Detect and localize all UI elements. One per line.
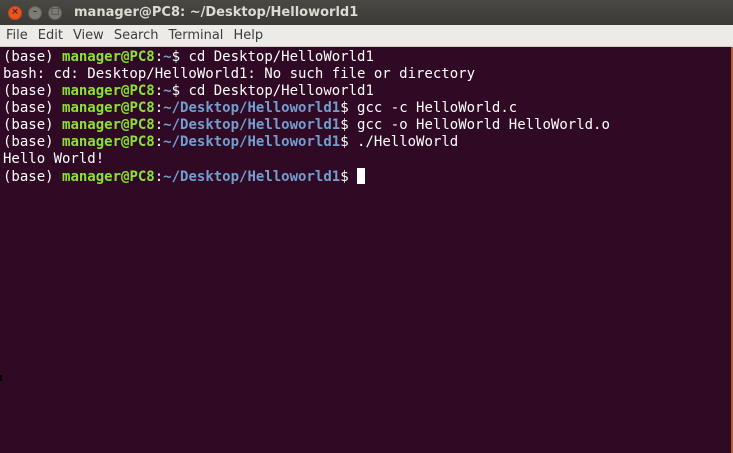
command-text: cd Desktop/HelloWorld1 (188, 49, 374, 65)
title-bar[interactable]: × – □ manager@PC8: ~/Desktop/Helloworld1 (0, 0, 733, 25)
prompt-path: ~ (163, 49, 172, 65)
output-text: bash: cd: Desktop/HelloWorld1: No such f… (3, 66, 476, 82)
edge-mark (0, 375, 2, 381)
menu-item-view[interactable]: View (69, 28, 108, 43)
prompt-line: (base) manager@PC8:~$ cd Desktop/Hellowo… (3, 83, 733, 100)
prompt-user-host: manager@PC8 (62, 49, 155, 65)
conda-env: (base) (3, 134, 63, 150)
output-line: Hello World! (3, 151, 733, 168)
text-cursor (357, 168, 366, 184)
prompt-symbol: $ (171, 83, 189, 99)
prompt-line: (base) manager@PC8:~/Desktop/Helloworld1… (3, 100, 733, 117)
prompt-line: (base) manager@PC8:~/Desktop/Helloworld1… (3, 168, 733, 185)
menu-item-terminal[interactable]: Terminal (164, 28, 227, 43)
prompt-path: ~/Desktop/Helloworld1 (163, 169, 341, 185)
menu-item-search[interactable]: Search (110, 28, 163, 43)
terminal-output[interactable]: (base) manager@PC8:~$ cd Desktop/HelloWo… (0, 47, 733, 453)
command-text: ./HelloWorld (357, 134, 459, 150)
prompt-line: (base) manager@PC8:~$ cd Desktop/HelloWo… (3, 49, 733, 66)
prompt-path: ~/Desktop/Helloworld1 (163, 100, 341, 116)
menu-bar: File Edit View Search Terminal Help (0, 25, 733, 47)
prompt-user-host: manager@PC8 (62, 117, 155, 133)
prompt-separator: : (154, 117, 164, 133)
terminal-window: × – □ manager@PC8: ~/Desktop/Helloworld1… (0, 0, 733, 453)
prompt-user-host: manager@PC8 (62, 83, 155, 99)
maximize-icon[interactable]: □ (48, 5, 62, 20)
output-text: Hello World! (3, 151, 105, 167)
prompt-path: ~ (163, 83, 172, 99)
prompt-separator: : (154, 83, 164, 99)
prompt-separator: : (154, 100, 164, 116)
prompt-symbol: $ (340, 169, 358, 185)
close-icon[interactable]: × (8, 5, 22, 20)
prompt-line: (base) manager@PC8:~/Desktop/Helloworld1… (3, 117, 733, 134)
menu-item-edit[interactable]: Edit (34, 28, 67, 43)
conda-env: (base) (3, 100, 63, 116)
conda-env: (base) (3, 49, 63, 65)
command-text: gcc -c HelloWorld.c (357, 100, 518, 116)
prompt-user-host: manager@PC8 (62, 134, 155, 150)
menu-item-file[interactable]: File (2, 28, 32, 43)
prompt-user-host: manager@PC8 (62, 100, 155, 116)
prompt-symbol: $ (340, 117, 358, 133)
minimize-icon[interactable]: – (28, 5, 42, 20)
prompt-line: (base) manager@PC8:~/Desktop/Helloworld1… (3, 134, 733, 151)
prompt-path: ~/Desktop/Helloworld1 (163, 117, 341, 133)
command-text: gcc -o HelloWorld HelloWorld.o (357, 117, 610, 133)
prompt-separator: : (154, 49, 164, 65)
menu-item-help[interactable]: Help (229, 28, 267, 43)
conda-env: (base) (3, 169, 63, 185)
prompt-user-host: manager@PC8 (62, 169, 155, 185)
prompt-separator: : (154, 169, 164, 185)
prompt-symbol: $ (340, 134, 358, 150)
conda-env: (base) (3, 117, 63, 133)
window-title: manager@PC8: ~/Desktop/Helloworld1 (74, 5, 359, 20)
prompt-symbol: $ (171, 49, 189, 65)
prompt-path: ~/Desktop/Helloworld1 (163, 134, 341, 150)
prompt-symbol: $ (340, 100, 358, 116)
command-text: cd Desktop/Helloworld1 (188, 83, 374, 99)
conda-env: (base) (3, 83, 63, 99)
output-line: bash: cd: Desktop/HelloWorld1: No such f… (3, 66, 733, 83)
prompt-separator: : (154, 134, 164, 150)
